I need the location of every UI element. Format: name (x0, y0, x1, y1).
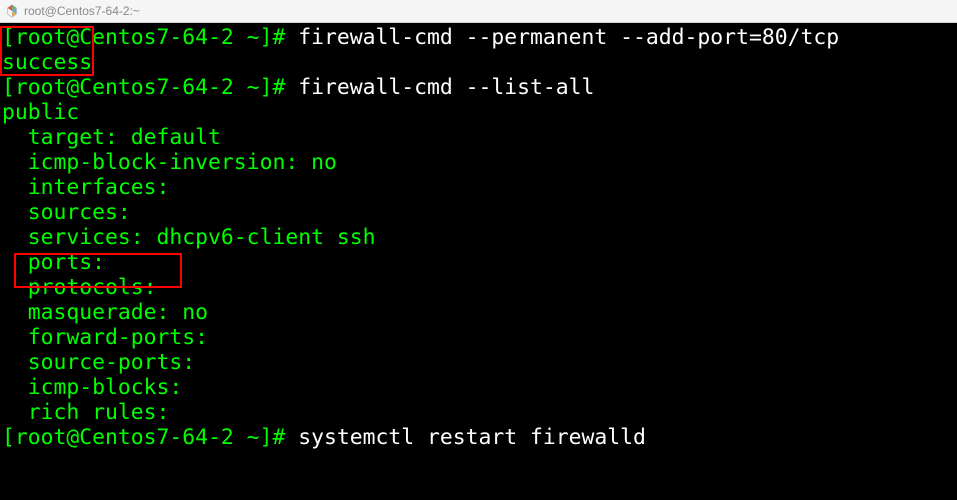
terminal-line: [root@Centos7-64-2 ~]# firewall-cmd --pe… (2, 25, 957, 50)
output-sources: sources: (2, 200, 957, 225)
window-title: root@Centos7-64-2:~ (24, 4, 140, 18)
output-icmp-inversion: icmp-block-inversion: no (2, 150, 957, 175)
command-text: firewall-cmd --list-all (298, 75, 594, 100)
output-forward-ports: forward-ports: (2, 325, 957, 350)
output-zone: public (2, 100, 957, 125)
app-icon (4, 3, 20, 19)
prompt: [root@Centos7-64-2 ~]# (2, 25, 298, 50)
terminal-line: [root@Centos7-64-2 ~]# firewall-cmd --li… (2, 75, 957, 100)
prompt: [root@Centos7-64-2 ~]# (2, 75, 298, 100)
output-source-ports: source-ports: (2, 350, 957, 375)
command-text: firewall-cmd --permanent --add-port=80/t… (298, 25, 839, 50)
output-target: target: default (2, 125, 957, 150)
command-text: systemctl restart firewalld (298, 425, 646, 450)
prompt: [root@Centos7-64-2 ~]# (2, 425, 298, 450)
output-masquerade: masquerade: no (2, 300, 957, 325)
window-titlebar: root@Centos7-64-2:~ (0, 0, 957, 23)
output-success: success (2, 50, 957, 75)
output-rich-rules: rich rules: (2, 400, 957, 425)
output-protocols: protocols: (2, 275, 957, 300)
output-services: services: dhcpv6-client ssh (2, 225, 957, 250)
output-interfaces: interfaces: (2, 175, 957, 200)
terminal-area[interactable]: [root@Centos7-64-2 ~]# firewall-cmd --pe… (0, 23, 957, 500)
output-ports: ports: (2, 250, 957, 275)
terminal-line: [root@Centos7-64-2 ~]# systemctl restart… (2, 425, 957, 450)
output-icmp-blocks: icmp-blocks: (2, 375, 957, 400)
